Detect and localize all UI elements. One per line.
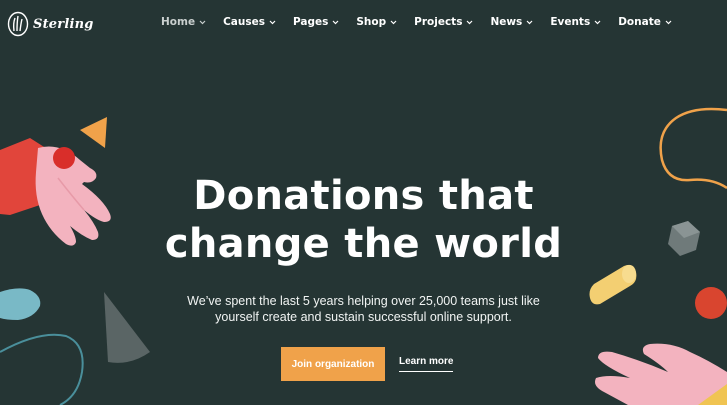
hand-leaf-icon: [7, 11, 29, 37]
nav-item-pages[interactable]: Pages: [293, 16, 339, 28]
learn-more-link[interactable]: Learn more: [399, 356, 454, 372]
hero-subtitle-line: We’ve spent the last 5 years helping ove…: [187, 294, 540, 308]
chevron-down-icon: [390, 20, 397, 25]
site-header: Sterling Home Causes Pages Shop Projects…: [0, 0, 727, 48]
brand-logo[interactable]: Sterling: [7, 10, 94, 38]
hero-title: Donations that change the world: [0, 172, 727, 268]
nav-item-label: Donate: [618, 16, 661, 28]
nav-item-label: Events: [550, 16, 591, 28]
chevron-down-icon: [665, 20, 672, 25]
brand-name: Sterling: [33, 16, 94, 32]
nav-item-home[interactable]: Home: [161, 16, 206, 28]
chevron-down-icon: [526, 20, 533, 25]
nav-item-events[interactable]: Events: [550, 16, 601, 28]
teal-line-shape: [0, 333, 84, 405]
right-hand-illustration: [595, 343, 727, 405]
hero-title-line: Donations that: [193, 173, 534, 219]
hero-subtitle-line: yourself create and sustain successful o…: [215, 310, 512, 324]
chevron-down-icon: [269, 20, 276, 25]
hero-subtitle: We’ve spent the last 5 years helping ove…: [0, 293, 727, 325]
nav-item-donate[interactable]: Donate: [618, 16, 672, 28]
nav-item-news[interactable]: News: [490, 16, 533, 28]
chevron-down-icon: [332, 20, 339, 25]
orange-triangle-shape: [80, 117, 107, 148]
nav-item-causes[interactable]: Causes: [223, 16, 276, 28]
nav-item-shop[interactable]: Shop: [356, 16, 397, 28]
chevron-down-icon: [594, 20, 601, 25]
nav-item-label: Causes: [223, 16, 265, 28]
hero-title-line: change the world: [164, 221, 563, 267]
nav-item-label: Pages: [292, 16, 329, 28]
chevron-down-icon: [467, 20, 473, 25]
main-navigation: Home Causes Pages Shop Projects News Eve…: [161, 16, 672, 28]
nav-item-label: Shop: [356, 16, 387, 28]
nav-item-label: Home: [161, 16, 196, 28]
nav-item-projects[interactable]: Projects: [414, 16, 473, 28]
chevron-down-icon: [199, 20, 206, 25]
nav-item-label: Projects: [414, 16, 463, 28]
nav-item-label: News: [490, 16, 523, 28]
join-organization-button[interactable]: Join organization: [281, 347, 385, 381]
